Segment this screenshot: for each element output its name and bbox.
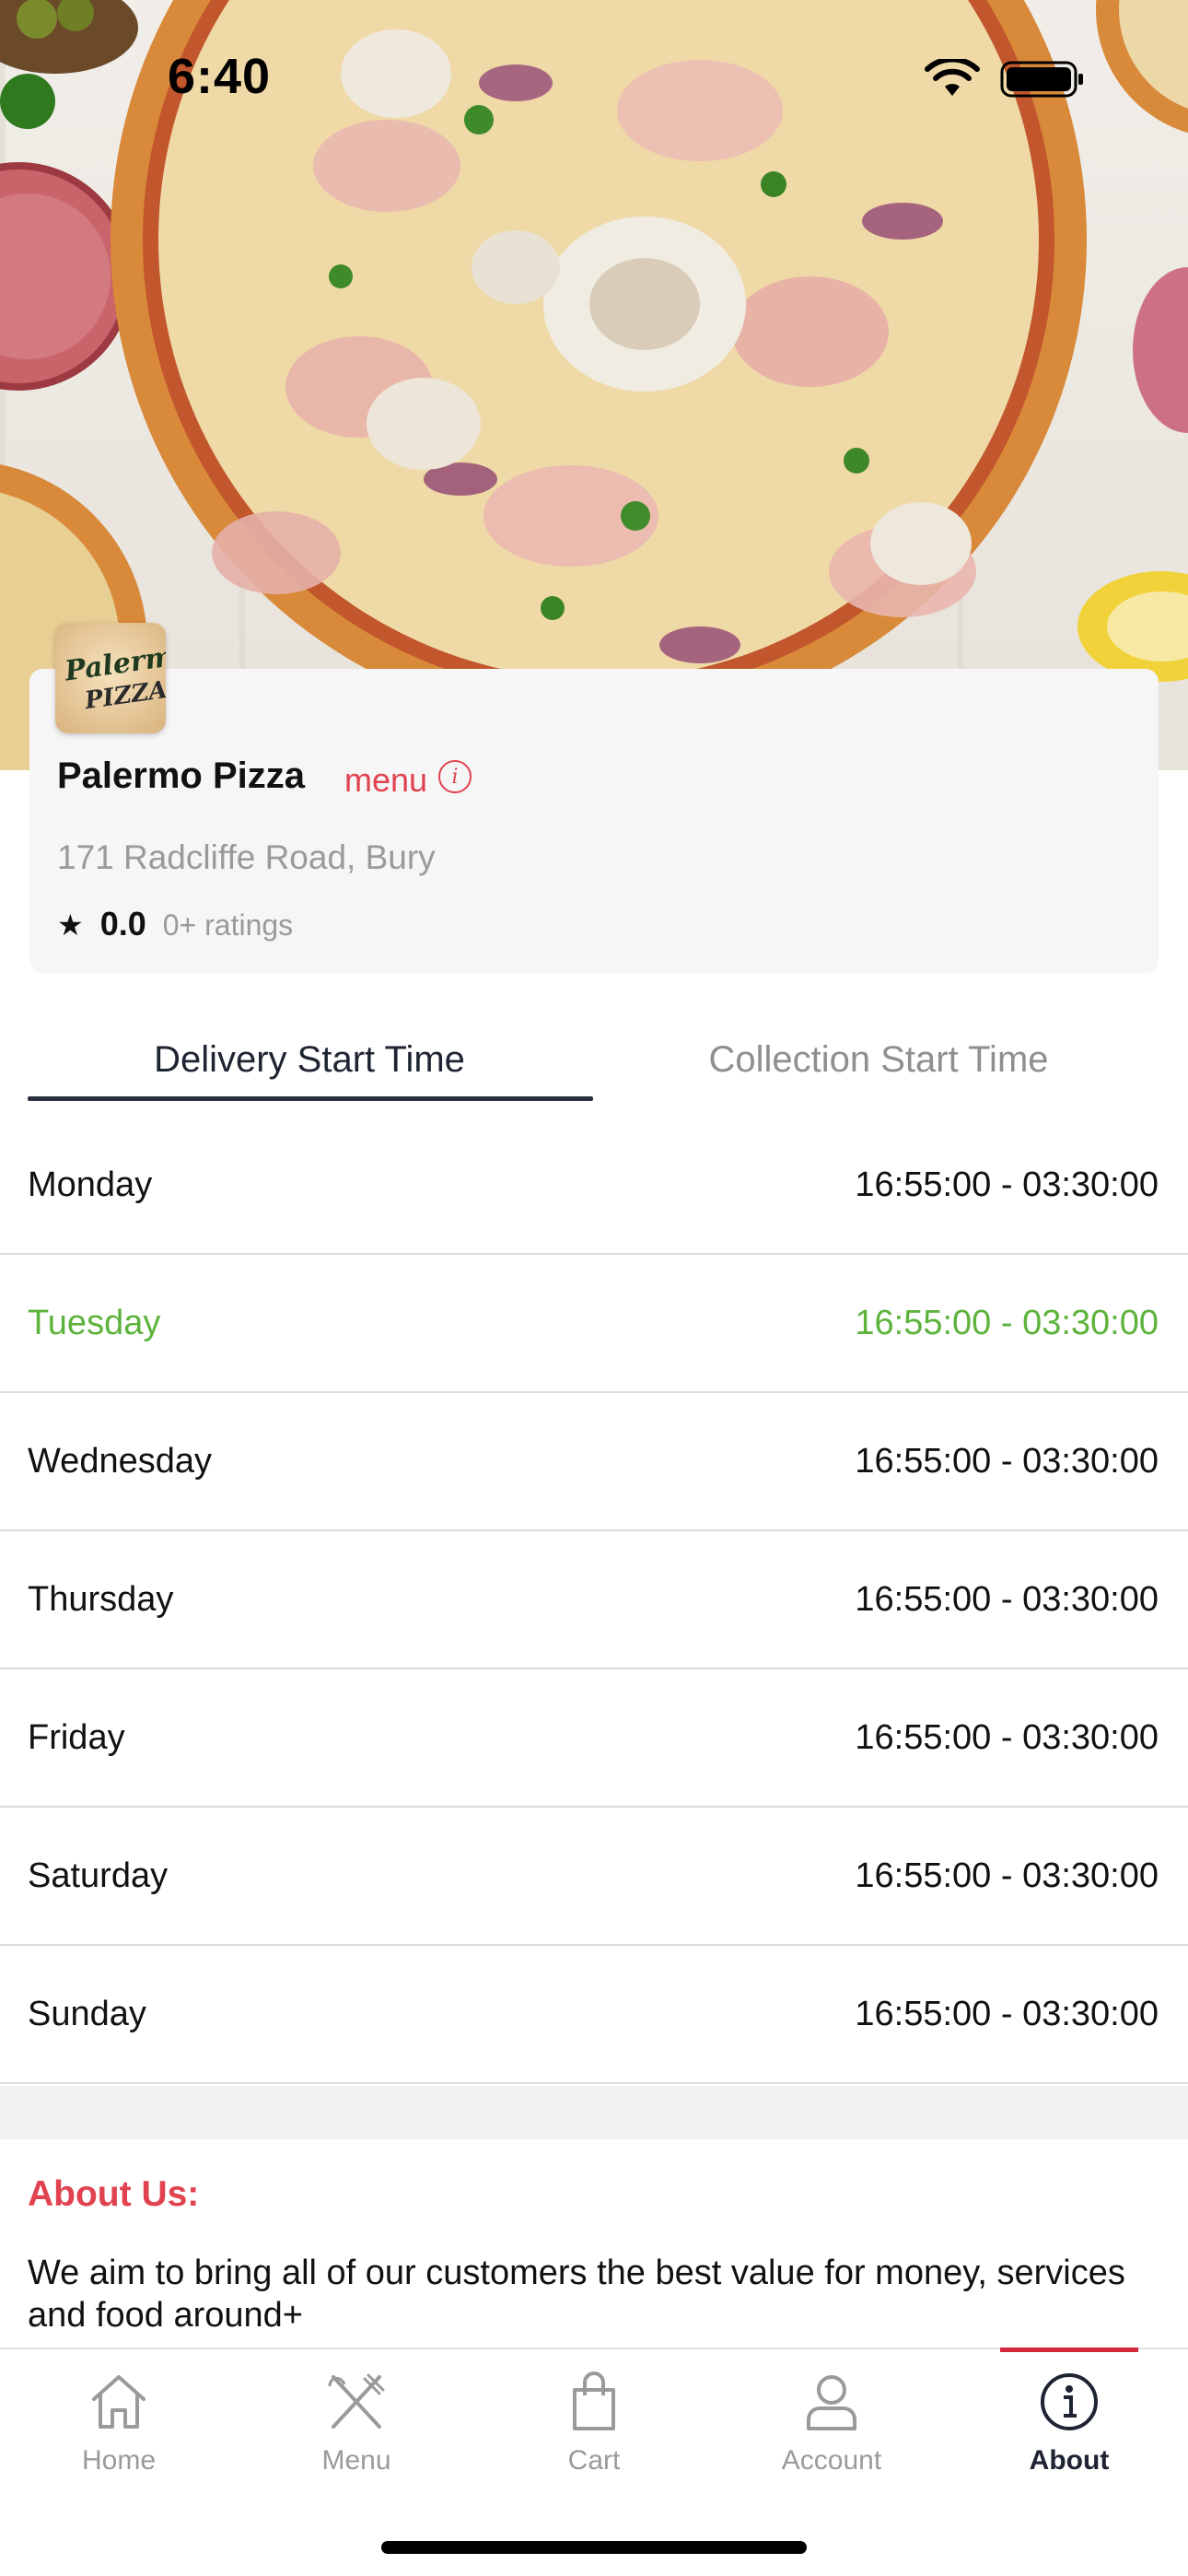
hours-row-friday: Friday 16:55:00 - 03:30:00	[0, 1669, 1188, 1808]
tabbar-label: Account	[781, 2445, 882, 2476]
tabbar-label: Menu	[321, 2445, 391, 2476]
menu-info-link[interactable]: menu i	[344, 760, 472, 800]
restaurant-address: 171 Radcliffe Road, Bury	[57, 838, 436, 876]
fork-knife-icon	[328, 2373, 385, 2429]
day-label: Friday	[28, 1717, 125, 1757]
rating-count: 0+ ratings	[162, 908, 294, 942]
tabbar-about[interactable]: About	[950, 2349, 1188, 2506]
day-label: Thursday	[28, 1579, 174, 1619]
tabbar-account[interactable]: Account	[713, 2349, 950, 2506]
home-indicator[interactable]	[381, 2541, 807, 2554]
time-range: 16:55:00 - 03:30:00	[855, 1165, 1159, 1204]
day-label: Saturday	[28, 1856, 169, 1895]
tab-collection-start-time[interactable]: Collection Start Time	[584, 1039, 1173, 1081]
day-label: Wednesday	[28, 1441, 212, 1481]
day-label: Tuesday	[28, 1303, 161, 1342]
hours-row-saturday: Saturday 16:55:00 - 03:30:00	[0, 1808, 1188, 1946]
hours-row-sunday: Sunday 16:55:00 - 03:30:00	[0, 1946, 1188, 2084]
tabbar-cart[interactable]: Cart	[475, 2349, 713, 2506]
day-label: Sunday	[28, 1994, 146, 2033]
user-icon	[807, 2375, 856, 2430]
time-range: 16:55:00 - 03:30:00	[855, 1441, 1159, 1481]
hero-image	[0, 0, 1188, 770]
hours-row-wednesday: Wednesday 16:55:00 - 03:30:00	[0, 1393, 1188, 1531]
time-range: 16:55:00 - 03:30:00	[855, 1717, 1159, 1757]
restaurant-logo: Palermo PIZZA	[55, 623, 166, 733]
menu-link-label: menu	[344, 761, 428, 799]
tabbar-label: Home	[81, 2445, 157, 2476]
info-icon	[1041, 2373, 1098, 2430]
about-title: About Us:	[28, 2174, 200, 2214]
status-time: 6:40	[168, 49, 272, 104]
restaurant-name: Palermo Pizza	[57, 755, 306, 796]
rating-row: ★ 0.0 0+ ratings	[57, 905, 293, 943]
battery-icon	[1000, 61, 1083, 98]
about-text: We aim to bring all of our customers the…	[28, 2254, 1125, 2335]
tabbar-menu[interactable]: Menu	[238, 2349, 475, 2506]
home-icon	[92, 2375, 146, 2429]
shopping-bag-icon	[573, 2371, 615, 2430]
section-divider	[0, 2086, 1188, 2139]
hours-row-monday: Monday 16:55:00 - 03:30:00	[0, 1117, 1188, 1255]
tab-delivery-start-time[interactable]: Delivery Start Time	[15, 1039, 604, 1081]
active-tab-underline	[28, 1096, 593, 1101]
opening-hours-list: Monday 16:55:00 - 03:30:00 Tuesday 16:55…	[0, 1117, 1188, 2084]
day-label: Monday	[28, 1165, 153, 1204]
status-icons	[925, 59, 1085, 100]
info-icon: i	[438, 760, 472, 793]
hours-row-tuesday: Tuesday 16:55:00 - 03:30:00	[0, 1255, 1188, 1393]
wifi-icon	[925, 59, 980, 96]
star-icon: ★	[57, 908, 84, 942]
rating-value: 0.0	[99, 905, 146, 943]
time-range: 16:55:00 - 03:30:00	[855, 1303, 1159, 1342]
tabbar-label: Cart	[567, 2445, 621, 2476]
tabbar-label: About	[1029, 2445, 1110, 2476]
pizza-illustration	[0, 0, 1188, 770]
time-range: 16:55:00 - 03:30:00	[855, 1994, 1159, 2033]
hours-row-thursday: Thursday 16:55:00 - 03:30:00	[0, 1531, 1188, 1669]
time-range: 16:55:00 - 03:30:00	[855, 1579, 1159, 1619]
tabbar-home[interactable]: Home	[0, 2349, 238, 2506]
time-range: 16:55:00 - 03:30:00	[855, 1856, 1159, 1895]
